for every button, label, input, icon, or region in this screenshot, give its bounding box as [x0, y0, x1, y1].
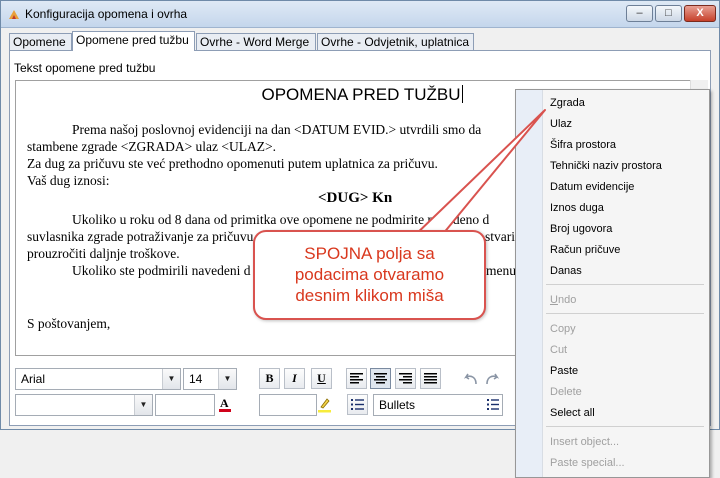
menu-item-sifra-prostora[interactable]: Šifra prostora: [550, 138, 616, 152]
menu-item-ulaz[interactable]: Ulaz: [550, 117, 572, 131]
bullet-list-icon[interactable]: [347, 394, 368, 415]
font-color-icon[interactable]: A: [215, 394, 236, 415]
title-bar: Konfiguracija opomena i ovrha – □ X: [1, 1, 719, 28]
menu-item-copy[interactable]: Copy: [550, 322, 576, 336]
tab-ovrhe-word-merge[interactable]: Ovrhe - Word Merge: [196, 33, 316, 50]
menu-item-tehnicki-naziv[interactable]: Tehnički naziv prostora: [550, 159, 662, 173]
menu-item-insert-object[interactable]: Insert object...: [550, 435, 619, 449]
font-name-combo[interactable]: Arial ▼: [15, 368, 181, 390]
minimize-button[interactable]: –: [626, 5, 653, 22]
callout-joint-cover: [262, 233, 422, 243]
menu-separator: [546, 426, 704, 427]
doc-dug-field: <DUG> Kn: [318, 190, 393, 206]
callout-line: SPOJNA polja sa: [304, 244, 435, 263]
numbered-list-icon[interactable]: [485, 395, 502, 415]
undo-icon[interactable]: [460, 368, 481, 389]
font-size-combo[interactable]: 14 ▼: [183, 368, 237, 390]
menu-separator: [546, 313, 704, 314]
list-style-combo[interactable]: Bullets: [373, 394, 503, 416]
menu-item-datum-evidencije[interactable]: Datum evidencije: [550, 180, 634, 194]
doc-line: Ukoliko u roku od 8 dana od primitka ove…: [72, 212, 490, 227]
align-right-icon[interactable]: [395, 368, 416, 389]
menu-item-delete[interactable]: Delete: [550, 385, 582, 399]
callout-line: desnim klikom miša: [295, 286, 444, 305]
tab-ovrhe-odvjetnik[interactable]: Ovrhe - Odvjetnik, uplatnica: [317, 33, 474, 50]
tab-opomene-pred-tuzbu[interactable]: Opomene pred tužbu: [72, 31, 195, 51]
doc-line: prouzročiti daljnje troškove.: [27, 246, 180, 261]
italic-button[interactable]: I: [284, 368, 305, 389]
chevron-down-icon[interactable]: ▼: [162, 369, 180, 389]
doc-line: menu: [486, 263, 516, 278]
doc-line: Prema našoj poslovnoj evidenciji na dan …: [72, 122, 482, 137]
chevron-down-icon[interactable]: ▼: [134, 395, 152, 415]
context-menu: Zgrada Ulaz Šifra prostora Tehnički nazi…: [515, 89, 710, 478]
menu-item-broj-ugovora[interactable]: Broj ugovora: [550, 222, 612, 236]
close-button[interactable]: X: [684, 5, 716, 22]
callout-annotation: SPOJNA polja sa podacima otvaramo desnim…: [253, 230, 486, 320]
highlighter-icon[interactable]: [314, 394, 335, 415]
menu-item-racun-pricuve[interactable]: Račun pričuve: [550, 243, 620, 257]
text-caret: [461, 85, 463, 103]
menu-item-cut[interactable]: Cut: [550, 343, 567, 357]
menu-separator: [546, 284, 704, 285]
menu-gutter: [516, 90, 543, 477]
app-icon: [9, 10, 19, 19]
panel-label: Tekst opomene pred tužbu: [14, 61, 156, 75]
maximize-button[interactable]: □: [655, 5, 682, 22]
svg-text:A: A: [220, 396, 229, 410]
menu-item-paste-special[interactable]: Paste special...: [550, 456, 625, 470]
style-combo[interactable]: ▼: [15, 394, 153, 416]
window-title: Konfiguracija opomena i ovrha: [25, 7, 188, 21]
doc-line: suvlasnika zgrade potraživanje za pričuv…: [27, 229, 261, 244]
menu-item-undo[interactable]: Undo: [550, 293, 576, 307]
bold-button[interactable]: B: [259, 368, 280, 389]
tab-opomene[interactable]: Opomene: [9, 33, 72, 50]
doc-line: stambene zgrade <ZGRADA> ulaz <ULAZ>.: [27, 139, 277, 154]
align-center-icon[interactable]: [370, 368, 391, 389]
align-left-icon[interactable]: [346, 368, 367, 389]
menu-item-zgrada[interactable]: Zgrada: [550, 96, 585, 110]
menu-item-select-all[interactable]: Select all: [550, 406, 595, 420]
menu-item-danas[interactable]: Danas: [550, 264, 582, 278]
menu-item-iznos-duga[interactable]: Iznos duga: [550, 201, 604, 215]
font-color-field[interactable]: [155, 394, 215, 416]
menu-item-paste[interactable]: Paste: [550, 364, 578, 378]
highlight-field[interactable]: [259, 394, 317, 416]
redo-icon[interactable]: [482, 368, 503, 389]
doc-line: Ukoliko ste podmirili navedeni d: [72, 263, 251, 278]
doc-line: S poštovanjem,: [27, 316, 111, 331]
chevron-down-icon[interactable]: ▼: [218, 369, 236, 389]
doc-line: Vaš dug iznosi:: [27, 173, 110, 188]
callout-line: podacima otvaramo: [294, 265, 445, 284]
underline-button[interactable]: U: [311, 368, 332, 389]
justify-icon[interactable]: [420, 368, 441, 389]
doc-line: Za dug za pričuvu ste već prethodno opom…: [27, 156, 438, 171]
